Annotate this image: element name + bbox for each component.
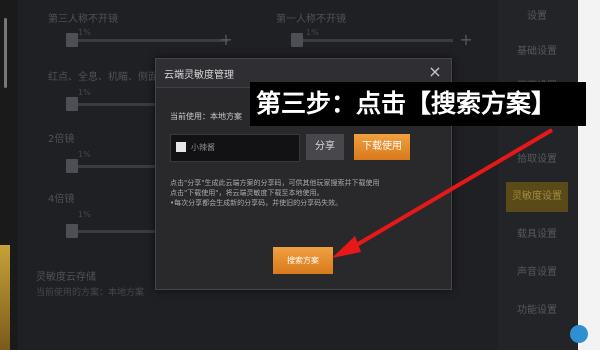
slider-track[interactable] [68,103,168,106]
cloud-storage-subtitle: 当前使用的方案：本地方案 [36,288,145,298]
menu-item-audio[interactable]: 声音设置 [506,258,568,288]
left-edge-artwork [0,245,10,350]
search-scheme-button[interactable]: 搜索方案 [273,247,333,274]
menu-item-function[interactable]: 功能设置 [506,296,568,326]
left-scroll-indicator [4,18,7,88]
hint-text: 点击"分享"生成此云端方案的分享码，可供其他玩家搜索并下载使用 [170,179,380,187]
slider-track[interactable] [68,39,228,42]
hint-text: 点击"下载使用"，将云端灵敏度下载至本地使用。 [170,189,324,197]
slider-label: 第三人称不开镜 [48,14,118,25]
menu-item-basic[interactable]: 基础设置 [506,37,568,67]
settings-side-menu: 设置 基础设置 画面设置 操作设置 拾取设置 灵敏度设置 载具设置 声音设置 功… [498,0,578,350]
slider-knob[interactable] [291,33,303,47]
slider-knob[interactable] [66,224,78,238]
slider-value: 1% [78,210,91,219]
share-button[interactable]: 分享 [306,134,344,160]
slider-knob[interactable] [66,33,78,47]
screenshot: 第三人称不开镜 1% + 第一人称不开镜 1% + 红点、全息、机瞄、侧面瞄准镜… [0,0,600,350]
slider-knob[interactable] [66,159,78,173]
cloud-storage-title: 灵敏度云存储 [36,272,96,283]
download-use-button[interactable]: 下载使用 [354,134,410,160]
scheme-thumbnail-icon [176,142,186,152]
menu-header: 设置 [527,11,547,22]
slider-value: 1% [78,88,91,97]
tutorial-annotation: 第三步：点击【搜索方案】 [250,82,586,126]
slider-label: 4倍镜 [48,194,75,205]
slider-knob[interactable] [66,97,78,111]
close-icon[interactable]: × [426,63,444,81]
scheme-name: 小辣酱 [191,143,215,152]
current-scheme-label: 当前使用：本地方案 [170,112,242,121]
right-edge [578,0,600,350]
menu-item-sensitivity[interactable]: 灵敏度设置 [506,182,568,212]
slider-value: 1% [78,150,91,159]
plus-icon[interactable]: + [458,32,474,48]
hint-text: •每次分享都会生成新的分享码，并使旧的分享码失效。 [170,199,343,207]
scheme-name-field: 小辣酱 [170,134,300,162]
slider-label: 2倍镜 [48,134,75,145]
watermark-logo-icon [570,325,588,343]
slider-value: 1% [306,28,319,37]
menu-item-pickup[interactable]: 拾取设置 [506,145,568,175]
slider-track[interactable] [68,230,168,233]
slider-value: 1% [78,28,91,37]
slider-track[interactable] [68,165,168,168]
slider-track[interactable] [293,39,453,42]
plus-icon[interactable]: + [218,32,234,48]
slider-label: 第一人称不开镜 [276,14,346,25]
dialog-title: 云端灵敏度管理 [164,70,234,81]
menu-item-vehicle[interactable]: 载具设置 [506,220,568,250]
